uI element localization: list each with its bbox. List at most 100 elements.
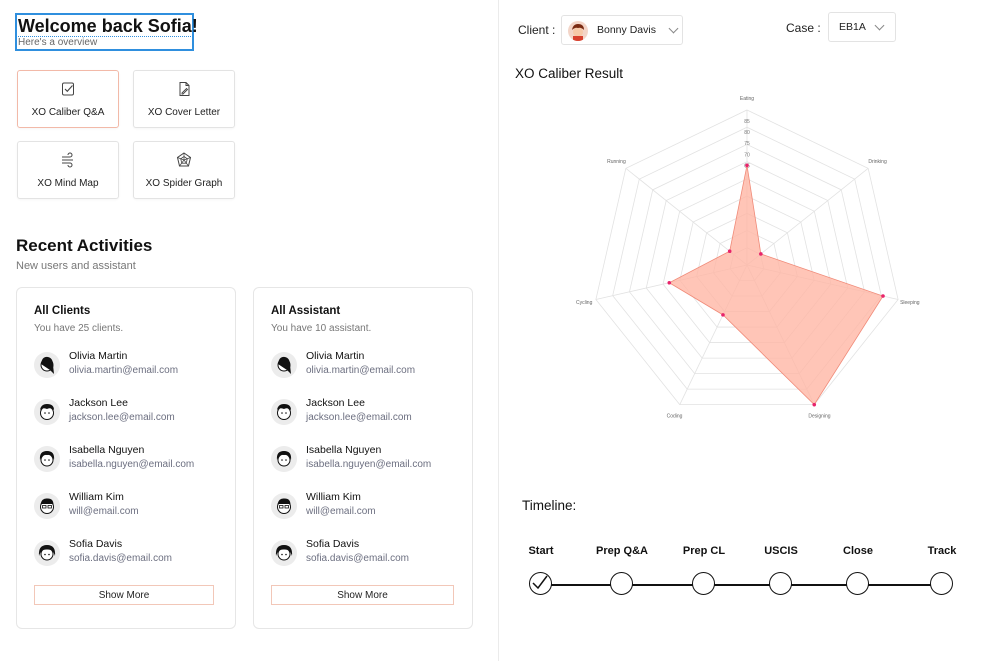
timeline-step-label: Prep CL	[682, 545, 726, 557]
person-email: sofia.davis@email.com	[69, 553, 172, 564]
person-email: will@email.com	[69, 506, 139, 517]
list-item[interactable]: Isabella Nguyen isabella.nguyen@email.co…	[271, 444, 467, 480]
wind-lines-icon	[62, 152, 73, 168]
assistants-card: All Assistant You have 10 assistant. Oli…	[253, 287, 473, 629]
clients-show-more-button[interactable]: Show More	[34, 585, 214, 605]
radar-data-point	[759, 252, 763, 256]
document-pen-icon	[179, 82, 190, 96]
list-item[interactable]: William Kim will@email.com	[271, 491, 467, 527]
radar-data-point	[727, 249, 732, 253]
avatar	[271, 540, 297, 566]
timeline-step-pending[interactable]	[769, 572, 792, 595]
person-email: will@email.com	[306, 506, 376, 517]
person-email: sofia.davis@email.com	[306, 553, 409, 564]
person-email: jackson.lee@email.com	[69, 412, 175, 423]
radar-axis-label: Running	[607, 159, 626, 165]
timeline-step-pending[interactable]	[846, 572, 869, 595]
chevron-down-icon	[668, 23, 679, 34]
person-name: Sofia Davis	[306, 538, 360, 550]
spider-web-icon	[176, 152, 192, 167]
timeline-step-done[interactable]	[529, 572, 552, 595]
recent-activities-subtitle: New users and assistant	[16, 260, 136, 272]
radar-axis-label: Coding	[667, 413, 683, 419]
person-name: Isabella Nguyen	[69, 444, 145, 456]
list-item[interactable]: William Kim will@email.com	[34, 491, 230, 527]
assistants-card-subtitle: You have 10 assistant.	[271, 323, 372, 334]
checkbox-document-icon	[62, 82, 74, 96]
radar-data-point	[745, 163, 749, 168]
clients-card-title: All Clients	[34, 305, 91, 317]
case-select-value: EB1A	[839, 21, 866, 33]
avatar	[271, 399, 297, 425]
avatar	[34, 399, 60, 425]
tool-caliber-qa-button[interactable]: XO Caliber Q&A	[17, 70, 119, 128]
tool-label: XO Cover Letter	[147, 107, 221, 118]
client-label: Client :	[518, 23, 556, 37]
welcome-title: Welcome back Sofia!	[18, 16, 198, 37]
list-item[interactable]: Isabella Nguyen isabella.nguyen@email.co…	[34, 444, 230, 480]
radar-tick-label: 70	[744, 152, 750, 158]
radar-data-point	[812, 402, 817, 407]
person-name: Jackson Lee	[69, 397, 128, 409]
timeline-step-label: Track	[927, 545, 957, 557]
radar-axis-label: Drinking	[868, 159, 887, 165]
avatar	[271, 493, 297, 519]
client-select-value: Bonny Davis	[597, 24, 656, 36]
assistants-card-title: All Assistant	[271, 305, 341, 317]
avatar	[34, 352, 60, 378]
radar-axis-label: Cycling	[576, 300, 593, 306]
person-email: isabella.nguyen@email.com	[306, 459, 432, 470]
list-item[interactable]: Jackson Lee jackson.lee@email.com	[34, 397, 230, 433]
radar-chart-title: XO Caliber Result	[515, 66, 624, 81]
welcome-subtitle: Here's a overview	[18, 37, 98, 48]
radar-chart: 8580757065EatingDrinkingSleepingDesignin…	[576, 96, 920, 419]
avatar	[34, 493, 60, 519]
timeline-title: Timeline:	[522, 498, 577, 513]
case-label: Case :	[786, 21, 821, 35]
checkmark-icon	[532, 575, 548, 590]
recent-activities-title: Recent Activities	[16, 236, 153, 255]
case-select[interactable]: EB1A	[828, 12, 896, 42]
timeline-step-pending[interactable]	[610, 572, 633, 595]
chevron-down-icon	[874, 20, 885, 31]
person-name: Sofia Davis	[69, 538, 123, 550]
list-item[interactable]: Olivia Martin olivia.martin@email.com	[34, 350, 230, 386]
radar-data-point	[721, 313, 725, 317]
tool-label: XO Spider Graph	[145, 178, 223, 189]
avatar	[34, 540, 60, 566]
clients-card-subtitle: You have 25 clients.	[34, 323, 124, 334]
radar-axis-label: Sleeping	[900, 300, 920, 306]
radar-data-point	[881, 294, 885, 298]
timeline: Start Prep Q&A Prep CL USCIS Close Track	[505, 540, 975, 610]
tool-spider-graph-button[interactable]: XO Spider Graph	[133, 141, 235, 199]
person-name: William Kim	[69, 491, 124, 503]
radar-axis-label: Designing	[808, 413, 830, 419]
welcome-header: Welcome back Sofia! Here's a overview	[15, 13, 198, 51]
list-item[interactable]: Sofia Davis sofia.davis@email.com	[271, 538, 467, 574]
tool-cover-letter-button[interactable]: XO Cover Letter	[133, 70, 235, 128]
radar-axis-label: Eating	[740, 96, 754, 102]
tool-label: XO Mind Map	[37, 178, 99, 189]
person-name: Jackson Lee	[306, 397, 365, 409]
assistants-show-more-button[interactable]: Show More	[271, 585, 454, 605]
person-email: isabella.nguyen@email.com	[69, 459, 195, 470]
client-select[interactable]: Bonny Davis	[561, 15, 683, 45]
timeline-step-pending[interactable]	[692, 572, 715, 595]
timeline-step-label: Close	[843, 545, 873, 557]
list-item[interactable]: Olivia Martin olivia.martin@email.com	[271, 350, 467, 386]
client-avatar	[568, 21, 588, 41]
timeline-step-pending[interactable]	[930, 572, 953, 595]
radar-tick-label: 85	[744, 119, 750, 125]
timeline-step-label: Prep Q&A	[596, 545, 648, 557]
radar-tick-label: 75	[744, 141, 750, 147]
person-email: jackson.lee@email.com	[306, 412, 412, 423]
tool-mind-map-button[interactable]: XO Mind Map	[17, 141, 119, 199]
person-name: Isabella Nguyen	[306, 444, 382, 456]
list-item[interactable]: Jackson Lee jackson.lee@email.com	[271, 397, 467, 433]
person-name: William Kim	[306, 491, 361, 503]
tool-label: XO Caliber Q&A	[31, 107, 105, 118]
avatar	[271, 352, 297, 378]
list-item[interactable]: Sofia Davis sofia.davis@email.com	[34, 538, 230, 574]
person-email: olivia.martin@email.com	[69, 365, 179, 376]
panel-divider	[498, 0, 499, 661]
